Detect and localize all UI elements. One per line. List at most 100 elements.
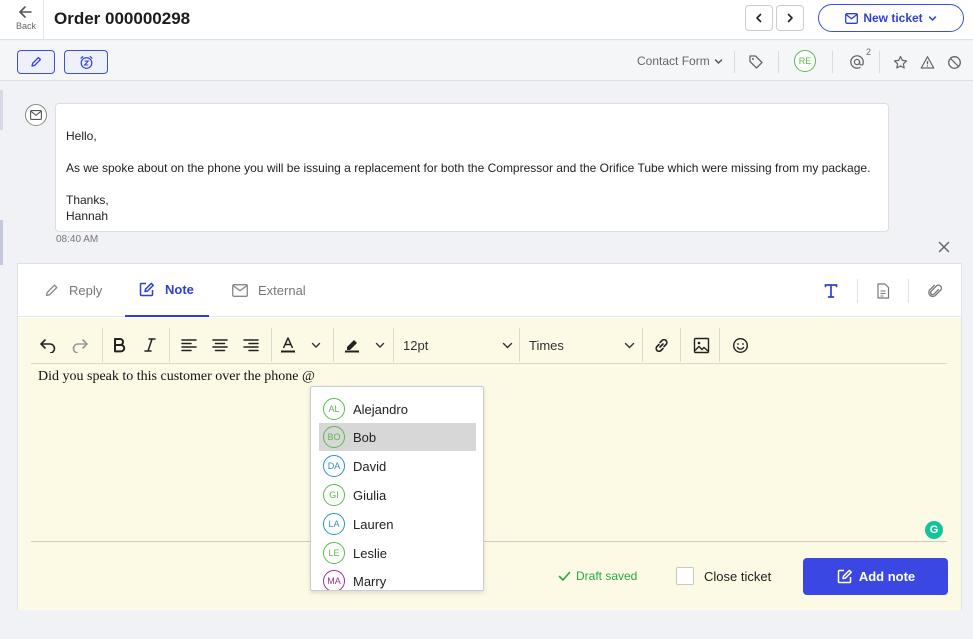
note-edit-icon xyxy=(139,282,154,297)
mention-option[interactable]: DA David xyxy=(319,452,476,480)
pencil-icon xyxy=(45,284,58,297)
mail-icon xyxy=(845,12,859,24)
check-icon xyxy=(558,571,571,581)
font-family-select[interactable]: Times xyxy=(529,332,635,358)
new-ticket-button[interactable]: New ticket xyxy=(818,4,964,32)
grammarly-icon[interactable]: G xyxy=(925,521,943,539)
next-ticket-button[interactable] xyxy=(776,5,804,31)
draft-status: Draft saved xyxy=(558,569,637,583)
toolbar-separator xyxy=(519,328,520,362)
align-right-button[interactable] xyxy=(238,332,264,358)
avatar: GI xyxy=(323,484,345,506)
favorite-button[interactable] xyxy=(889,51,911,73)
italic-icon xyxy=(144,338,156,352)
insert-image-button[interactable] xyxy=(688,332,714,358)
mention-option[interactable]: AL Alejandro xyxy=(319,395,476,423)
back-button[interactable]: Back xyxy=(10,4,42,36)
mention-name: Marry xyxy=(353,573,387,589)
previous-ticket-button[interactable] xyxy=(745,5,773,31)
toolbar-separator xyxy=(271,328,272,362)
mention-dropdown: AL Alejandro BO Bob DA David GI Giulia L… xyxy=(310,386,484,591)
assignee-avatar[interactable]: RE xyxy=(794,50,816,72)
email-source-icon xyxy=(25,104,47,126)
italic-button[interactable] xyxy=(137,332,163,358)
redo-button[interactable] xyxy=(67,332,93,358)
chevron-down-icon xyxy=(375,342,385,348)
mention-name: Bob xyxy=(353,429,377,445)
insert-link-button[interactable] xyxy=(648,332,674,358)
tags-button[interactable] xyxy=(745,51,767,73)
align-right-icon xyxy=(243,339,259,352)
mentions-button[interactable] xyxy=(846,51,868,73)
bold-icon xyxy=(114,338,126,353)
close-compose-button[interactable] xyxy=(935,238,953,256)
attach-button[interactable] xyxy=(923,279,947,303)
undo-button[interactable] xyxy=(35,332,61,358)
snooze-button[interactable] xyxy=(64,50,108,74)
avatar: DA xyxy=(323,455,345,477)
close-ticket-checkbox[interactable] xyxy=(676,567,694,585)
mention-option[interactable]: LA Lauren xyxy=(319,510,476,538)
close-ticket-toggle[interactable]: Close ticket xyxy=(676,567,771,585)
editor-bottom-border xyxy=(31,541,947,542)
paperclip-icon xyxy=(928,284,943,297)
contact-form-dropdown[interactable]: Contact Form xyxy=(637,54,723,68)
font-size-select[interactable]: 12pt xyxy=(403,332,513,358)
priority-button[interactable] xyxy=(916,51,938,73)
tab-external-label: External xyxy=(258,283,306,298)
mention-option[interactable]: GI Giulia xyxy=(319,481,476,509)
text-format-button[interactable] xyxy=(819,279,843,303)
mail-icon xyxy=(232,284,248,297)
toolbar-separator xyxy=(393,328,394,362)
highlighter-icon xyxy=(345,340,359,353)
at-sign-icon xyxy=(850,55,864,69)
chevron-down-icon xyxy=(714,58,722,64)
chevron-down-icon xyxy=(928,15,936,21)
tab-note[interactable]: Note xyxy=(125,264,209,317)
note-content[interactable]: Did you speak to this customer over the … xyxy=(38,369,315,385)
left-edge-accent xyxy=(0,220,3,265)
edit-button[interactable] xyxy=(17,50,55,74)
mention-name: Giulia xyxy=(353,487,387,503)
toolbar-divider xyxy=(734,51,735,73)
avatar: BO xyxy=(323,426,345,448)
mention-option[interactable]: BO Bob xyxy=(319,423,476,451)
bold-button[interactable] xyxy=(106,332,132,358)
align-center-button[interactable] xyxy=(207,332,233,358)
toolbar-separator xyxy=(642,328,643,362)
toolbar-separator xyxy=(719,328,720,362)
avatar: LE xyxy=(323,542,345,564)
highlight-button[interactable] xyxy=(341,332,387,358)
tab-note-label: Note xyxy=(165,282,194,297)
text-color-button[interactable] xyxy=(277,332,323,358)
message-line: As we spoke about on the phone you will … xyxy=(66,161,871,175)
mention-count: 2 xyxy=(866,47,872,57)
alarm-clock-icon xyxy=(79,55,93,69)
tab-reply[interactable]: Reply xyxy=(44,264,124,317)
message-line: Hello, xyxy=(66,129,97,143)
emoji-button[interactable] xyxy=(727,332,753,358)
align-left-button[interactable] xyxy=(176,332,202,358)
template-button[interactable] xyxy=(871,279,895,303)
mention-name: David xyxy=(353,458,387,474)
link-icon xyxy=(654,338,668,352)
tab-icon-divider xyxy=(908,279,909,303)
top-header: Back Order 000000298 New ticket xyxy=(0,0,973,40)
star-icon xyxy=(893,55,907,69)
message-bubble: Hello, As we spoke about on the phone yo… xyxy=(55,103,889,232)
avatar: AL xyxy=(323,398,345,420)
mention-name: Lauren xyxy=(353,516,394,532)
compose-tabs: Reply Note External xyxy=(18,264,961,317)
block-icon xyxy=(947,55,961,69)
mention-option[interactable]: LE Leslie xyxy=(319,539,476,567)
toolbar-separator xyxy=(680,328,681,362)
left-edge-accent xyxy=(0,90,3,130)
mention-option[interactable]: MA Marry xyxy=(319,567,476,590)
add-note-button[interactable]: Add note xyxy=(803,558,948,595)
message-line: Thanks, xyxy=(66,193,109,207)
tab-external[interactable]: External xyxy=(232,264,332,317)
tab-icon-divider xyxy=(857,279,858,303)
block-button[interactable] xyxy=(943,51,965,73)
message-line: Hannah xyxy=(66,209,109,223)
arrow-left-icon xyxy=(19,6,32,18)
